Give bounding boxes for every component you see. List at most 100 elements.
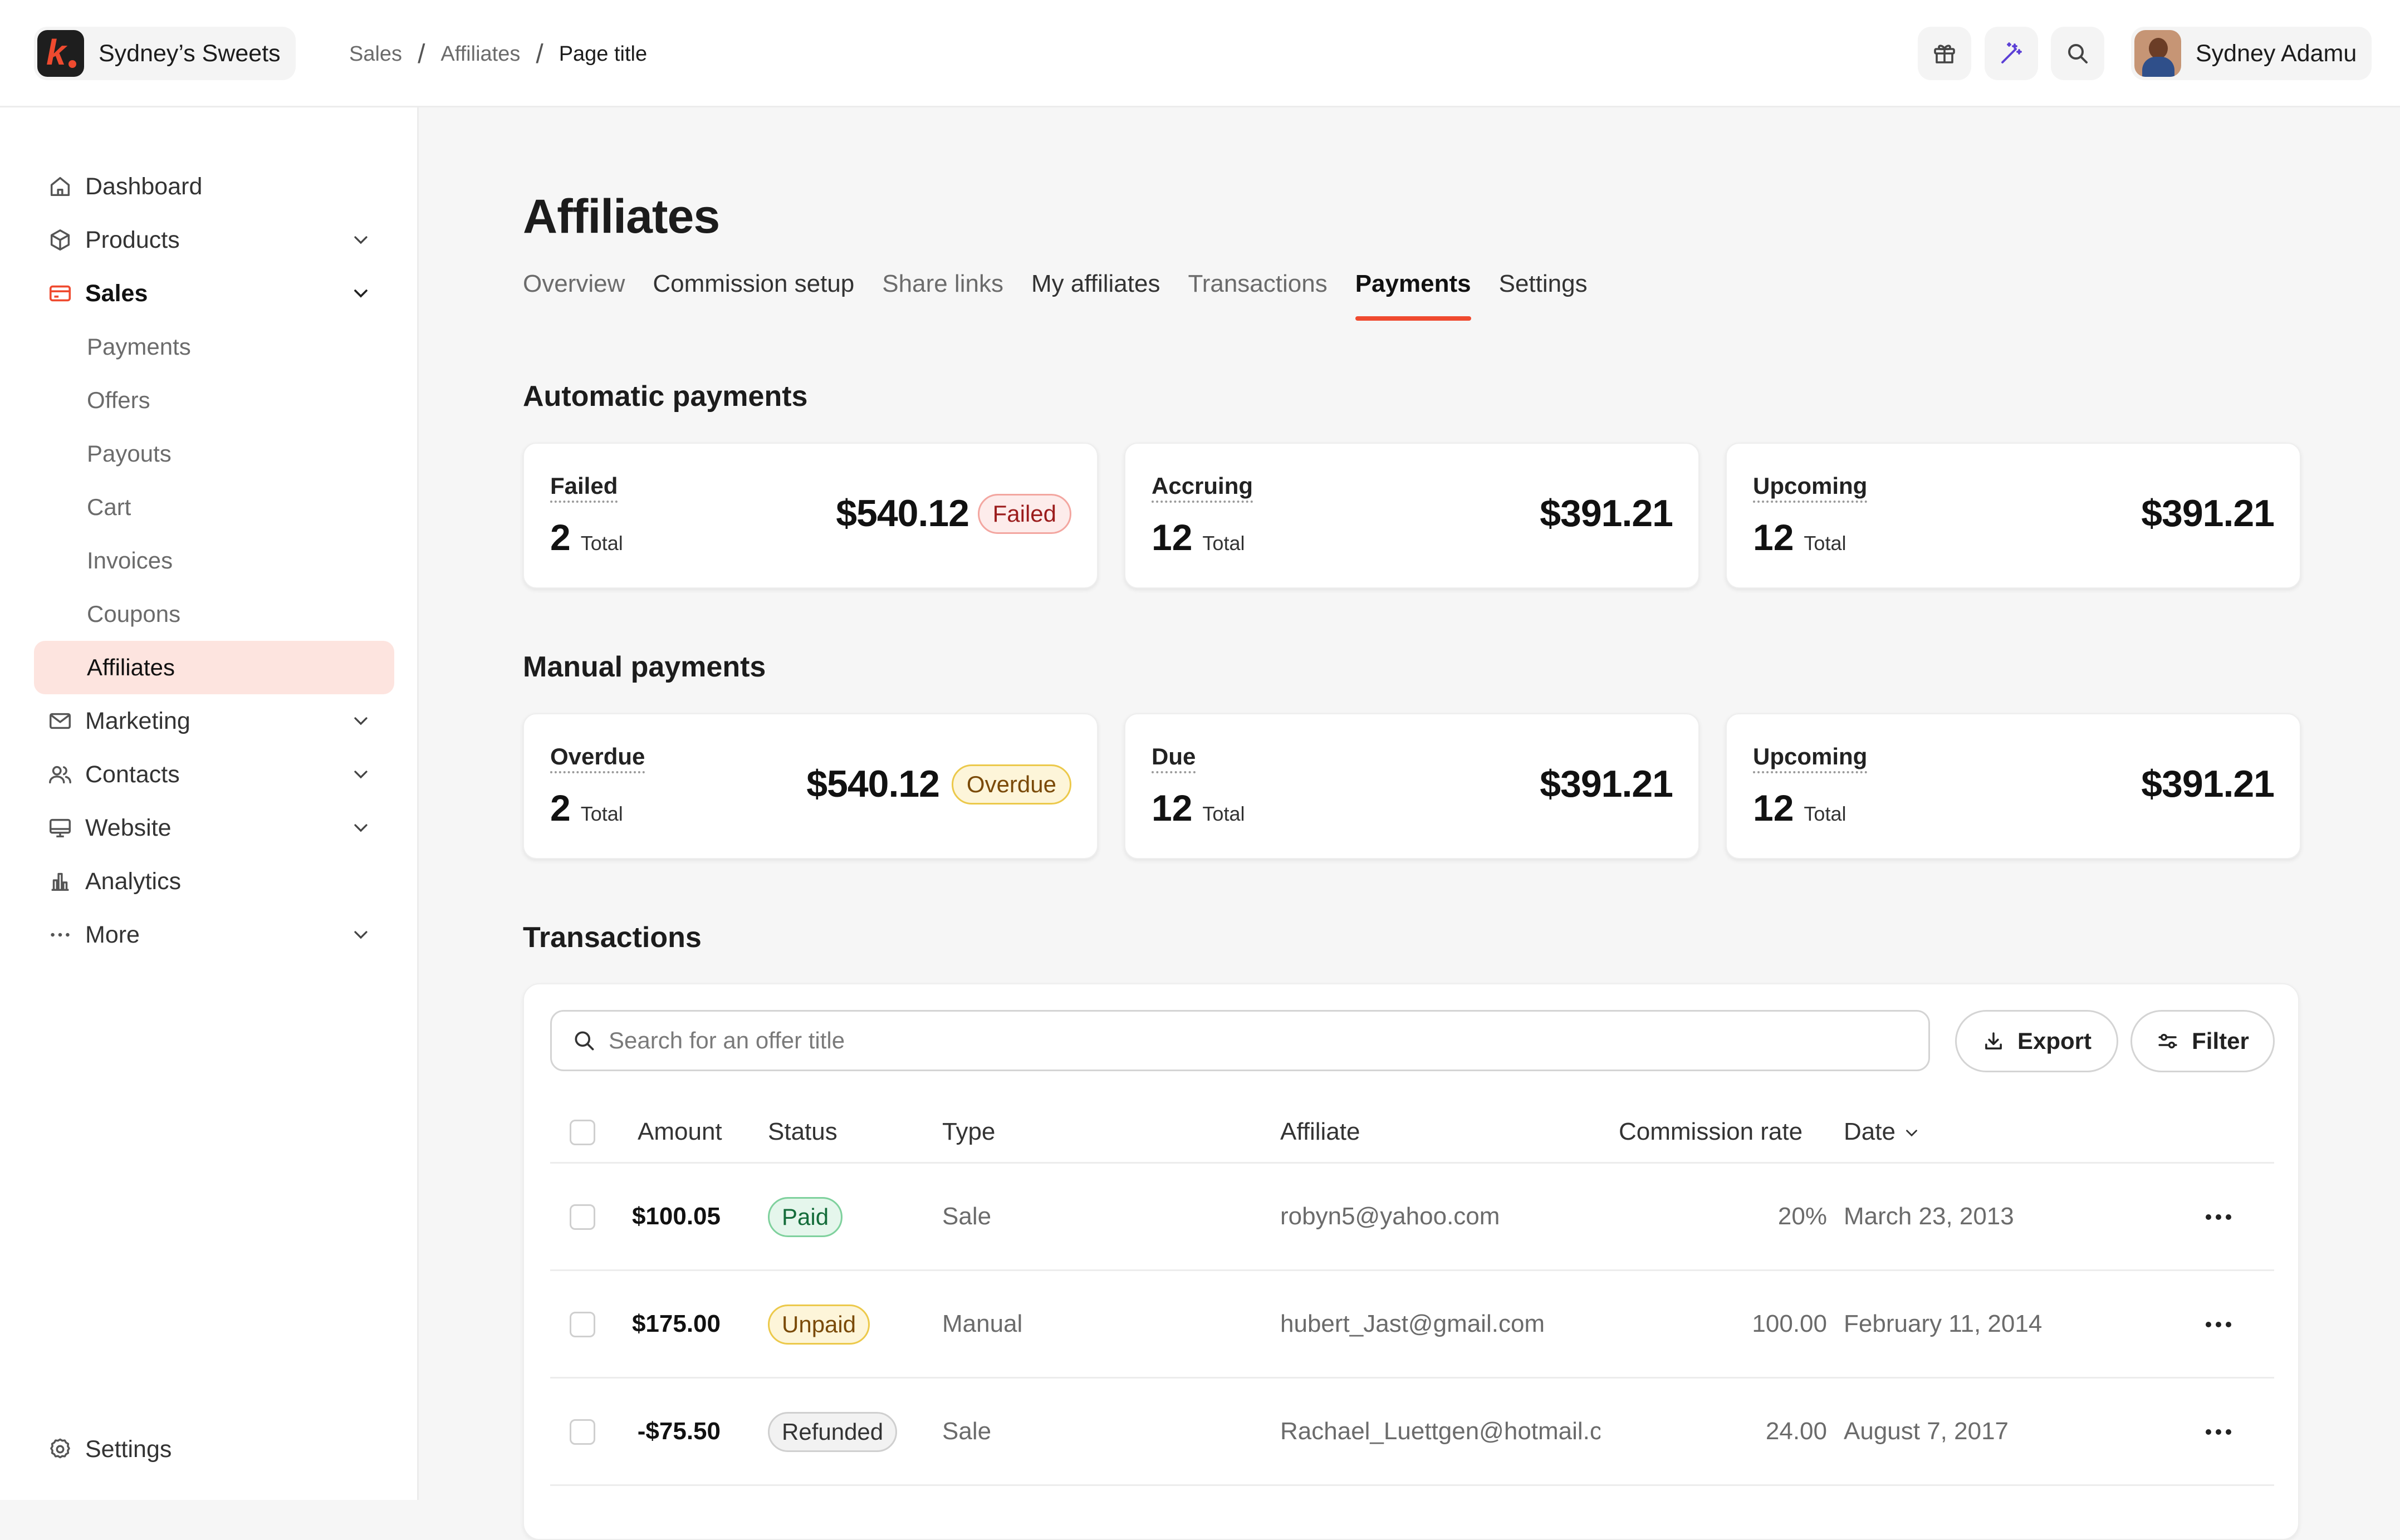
transactions-panel: Export Filter Amount Status Type Affilia… — [523, 983, 2299, 1540]
card-total-label: Total — [1202, 802, 1245, 825]
card-label[interactable]: Accruing — [1152, 473, 1253, 503]
sidebar-subitem-payouts[interactable]: Payouts — [34, 427, 394, 480]
column-header-amount[interactable]: Amount — [638, 1118, 722, 1146]
status-badge: Refunded — [768, 1412, 898, 1452]
cell-date: March 23, 2013 — [1844, 1203, 2014, 1230]
summary-card-failed[interactable]: Failed 2 Total $540.12 Failed — [523, 443, 1098, 588]
table-row[interactable]: $175.00 Unpaid Manual hubert_Jast@gmail.… — [550, 1271, 2274, 1379]
box-icon — [50, 229, 70, 251]
download-icon — [1985, 1032, 2002, 1049]
summary-card-upcoming-manual[interactable]: Upcoming 12 Total $391.21 — [1726, 713, 2301, 859]
cell-commission-rate: 20% — [1777, 1203, 1827, 1230]
ai-assistant-button[interactable] — [1985, 27, 2038, 80]
user-menu[interactable]: Sydney Adamu — [2131, 27, 2372, 80]
breadcrumb: Sales / Affiliates / Page title — [349, 39, 647, 70]
table-row[interactable]: -$75.50 Refunded Sale Rachael_Luettgen@h… — [550, 1379, 2274, 1486]
card-total-label: Total — [1202, 532, 1245, 555]
search-box[interactable] — [550, 1010, 1930, 1071]
sidebar-item-label: Dashboard — [85, 173, 203, 200]
filter-button[interactable]: Filter — [2130, 1010, 2275, 1072]
row-checkbox[interactable] — [570, 1312, 595, 1337]
summary-card-accruing[interactable]: Accruing 12 Total $391.21 — [1124, 443, 1699, 588]
tab-overview[interactable]: Overview — [523, 267, 625, 321]
breadcrumb-separator: / — [418, 40, 425, 69]
tab-payments[interactable]: Payments — [1355, 267, 1471, 321]
search-input[interactable] — [609, 1027, 1889, 1054]
tab-transactions[interactable]: Transactions — [1188, 267, 1327, 321]
summary-card-due[interactable]: Due 12 Total $391.21 — [1124, 713, 1699, 859]
breadcrumb-separator: / — [536, 40, 543, 69]
column-header-commission-rate[interactable]: Commission rate — [1619, 1118, 1803, 1146]
sidebar-subitem-label: Coupons — [87, 601, 181, 627]
sidebar-item-analytics[interactable]: Analytics — [34, 855, 394, 908]
chevron-down-icon — [354, 824, 368, 832]
card-label[interactable]: Upcoming — [1753, 743, 1868, 773]
select-all-checkbox[interactable] — [570, 1120, 595, 1145]
users-icon — [49, 766, 71, 784]
sidebar-subitem-coupons[interactable]: Coupons — [34, 587, 394, 641]
cell-amount: -$75.50 — [637, 1418, 721, 1445]
card-amount: $391.21 — [1540, 763, 1673, 805]
card-label[interactable]: Due — [1152, 743, 1196, 773]
cell-date: February 11, 2014 — [1844, 1310, 2043, 1337]
row-actions-menu[interactable] — [2202, 1200, 2235, 1234]
bar-chart-icon — [51, 872, 69, 891]
summary-card-upcoming[interactable]: Upcoming 12 Total $391.21 — [1726, 443, 2301, 588]
sidebar-item-label: Website — [85, 814, 172, 841]
row-checkbox[interactable] — [570, 1419, 595, 1445]
search-button[interactable] — [2051, 27, 2104, 80]
column-header-affiliate[interactable]: Affiliate — [1280, 1118, 1360, 1146]
sidebar-item-label: Analytics — [85, 867, 182, 895]
column-header-date-label: Date — [1844, 1118, 1895, 1145]
cell-affiliate: hubert_Jast@gmail.com — [1280, 1310, 1545, 1337]
sidebar-item-label: Contacts — [85, 761, 180, 788]
row-actions-menu[interactable] — [2202, 1308, 2235, 1341]
cell-date: August 7, 2017 — [1844, 1418, 2009, 1445]
breadcrumb-sales[interactable]: Sales — [349, 42, 402, 66]
sidebar-subitem-payments[interactable]: Payments — [34, 320, 394, 374]
tab-commission-setup[interactable]: Commission setup — [653, 267, 854, 321]
tab-share-links[interactable]: Share links — [882, 267, 1003, 321]
workspace-switcher[interactable]: k Sydney’s Sweets — [34, 27, 296, 80]
card-total-label: Total — [580, 802, 623, 825]
sidebar-item-label: Settings — [85, 1435, 172, 1463]
table-row[interactable]: $100.05 Paid Sale robyn5@yahoo.com 20% M… — [550, 1164, 2274, 1271]
sidebar-subitem-cart[interactable]: Cart — [34, 480, 394, 534]
sidebar-item-contacts[interactable]: Contacts — [34, 748, 394, 801]
column-header-date[interactable]: Date — [1844, 1118, 1921, 1146]
sidebar-subitem-label: Invoices — [87, 547, 173, 573]
sidebar-subitem-offers[interactable]: Offers — [34, 374, 394, 427]
card-label[interactable]: Failed — [550, 473, 618, 503]
tab-settings[interactable]: Settings — [1499, 267, 1588, 321]
chevron-down-icon — [354, 290, 368, 298]
filter-sliders-icon — [2158, 1033, 2177, 1049]
manual-payments-heading: Manual payments — [523, 651, 766, 683]
cell-amount: $175.00 — [631, 1310, 721, 1337]
status-badge: Unpaid — [768, 1304, 870, 1345]
sidebar-item-dashboard[interactable]: Dashboard — [34, 160, 394, 213]
tab-my-affiliates[interactable]: My affiliates — [1031, 267, 1160, 321]
column-header-status[interactable]: Status — [768, 1118, 837, 1146]
gift-button[interactable] — [1918, 27, 1971, 80]
sidebar-item-products[interactable]: Products — [34, 213, 394, 267]
sidebar-item-settings[interactable]: Settings — [34, 1423, 394, 1476]
sidebar-item-website[interactable]: Website — [34, 801, 394, 855]
sidebar-subitem-affiliates[interactable]: Affiliates — [34, 641, 394, 694]
row-checkbox[interactable] — [570, 1204, 595, 1230]
breadcrumb-affiliates[interactable]: Affiliates — [440, 42, 520, 66]
export-button[interactable]: Export — [1955, 1010, 2118, 1072]
sidebar-item-sales[interactable]: Sales — [34, 267, 394, 320]
card-label[interactable]: Overdue — [550, 743, 645, 773]
export-label: Export — [2017, 1028, 2092, 1054]
sidebar-item-more[interactable]: More — [34, 908, 394, 962]
avatar — [2134, 30, 2181, 77]
sidebar-item-label: Products — [85, 226, 180, 253]
column-header-type[interactable]: Type — [942, 1118, 995, 1146]
chevron-down-icon — [354, 717, 368, 725]
row-actions-menu[interactable] — [2202, 1415, 2235, 1449]
sidebar-item-marketing[interactable]: Marketing — [34, 694, 394, 748]
sidebar-subitem-invoices[interactable]: Invoices — [34, 534, 394, 587]
card-amount: $391.21 — [1540, 492, 1673, 534]
card-label[interactable]: Upcoming — [1753, 473, 1868, 503]
summary-card-overdue[interactable]: Overdue 2 Total $540.12 Overdue — [523, 713, 1098, 859]
